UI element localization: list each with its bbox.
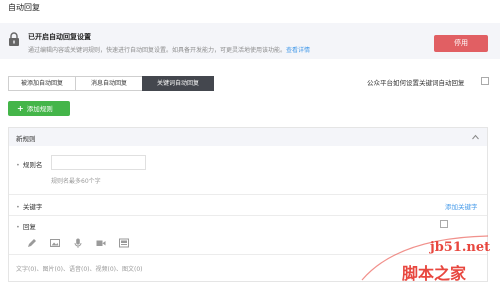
reply-checkbox[interactable] xyxy=(440,220,448,228)
disable-button[interactable]: 停用 xyxy=(434,35,488,52)
notice-description: 通过编辑内容或关键词规则，快速进行自动回复设置。如具备开发能力，可更灵活地使用该… xyxy=(28,45,310,54)
reply-tabs: 被添加自动回复 消息自动回复 关键词自动回复 xyxy=(8,76,214,91)
required-mark: • xyxy=(16,161,20,169)
microphone-icon[interactable] xyxy=(73,238,83,248)
rule-name-hint: 规则名最多60个字 xyxy=(51,178,101,185)
rule-header-title: 新规则 xyxy=(16,135,36,143)
rule-name-label: • 规则名 xyxy=(16,159,42,169)
lock-icon xyxy=(9,32,19,46)
auto-reply-notice: 已开启自动回复设置 通过编辑内容或关键词规则，快速进行自动回复设置。如具备开发能… xyxy=(0,23,500,59)
notice-desc-text: 通过编辑内容或关键词规则，快速进行自动回复设置。如具备开发能力，可更灵活地使用该… xyxy=(28,47,287,54)
watermark-logo: jb51.net 脚本之家 xyxy=(358,232,500,284)
tab-keyword-reply[interactable]: 关键词自动回复 xyxy=(142,76,214,91)
reply-label: • 回复 xyxy=(16,221,36,231)
tab-added-reply[interactable]: 被添加自动回复 xyxy=(8,76,76,91)
divider xyxy=(9,194,487,195)
view-details-link[interactable]: 查看详情 xyxy=(286,47,310,54)
edit-icon[interactable] xyxy=(27,238,37,248)
rule-name-text: 规则名 xyxy=(22,161,43,169)
required-mark: • xyxy=(16,203,20,211)
add-keyword-link[interactable]: 添加关键字 xyxy=(445,201,478,211)
news-icon[interactable] xyxy=(119,238,129,248)
notice-title: 已开启自动回复设置 xyxy=(28,33,91,41)
plus-icon: + xyxy=(17,104,24,113)
video-icon[interactable] xyxy=(96,238,106,248)
watermark-name: 脚本之家 xyxy=(402,264,467,283)
watermark-domain: jb51.net xyxy=(430,240,491,255)
divider xyxy=(9,215,487,216)
collapse-icon[interactable] xyxy=(472,134,479,140)
page-title: 自动回复 xyxy=(8,3,40,12)
required-mark: • xyxy=(16,223,20,231)
image-icon[interactable] xyxy=(50,238,60,248)
rule-name-input[interactable] xyxy=(51,155,146,170)
keyword-text: 关键字 xyxy=(22,203,43,211)
rule-header[interactable]: 新规则 xyxy=(9,128,487,146)
keyword-setting-help-link[interactable]: 公众平台如何设置关键词自动回复 xyxy=(367,77,465,87)
reply-counts: 文字(0)、图片(0)、语音(0)、视频(0)、图文(0) xyxy=(16,266,143,273)
reply-text: 回复 xyxy=(22,223,36,231)
tab-message-reply[interactable]: 消息自动回复 xyxy=(75,76,143,91)
add-rule-label: 添加规则 xyxy=(26,105,53,113)
keyword-label: • 关键字 xyxy=(16,201,42,211)
add-rule-button[interactable]: + 添加规则 xyxy=(8,101,70,116)
setting-checkbox[interactable] xyxy=(481,77,489,85)
